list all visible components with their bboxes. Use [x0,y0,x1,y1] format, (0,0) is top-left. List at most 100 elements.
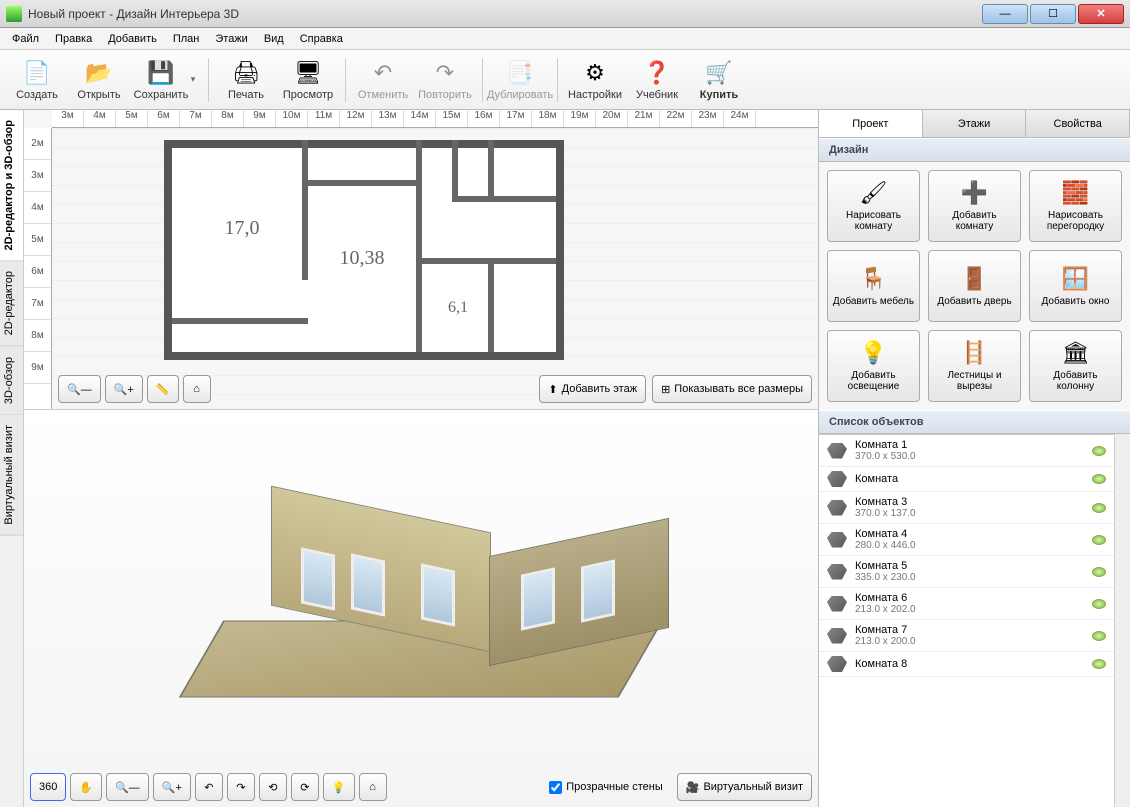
pane-2d[interactable]: 3м4м5м6м7м8м9м10м11м12м13м14м15м16м17м18… [24,110,818,410]
view-label: Просмотр [283,89,333,101]
duplicate-label: Дублировать [487,89,553,101]
right-panel: ПроектЭтажиСвойства Дизайн 🖌Нарисовать к… [818,110,1130,807]
toolbar-duplicate-button[interactable]: 📑Дублировать [489,53,551,107]
object-list[interactable]: Комната 1370.0 x 530.0КомнатаКомната 337… [819,434,1114,807]
toolbar-buy-button[interactable]: 🛒Купить [688,53,750,107]
toolbar-open-button[interactable]: 📂Открыть [68,53,130,107]
stairs-button[interactable]: 🪜Лестницы и вырезы [928,330,1021,402]
scrollbar[interactable] [1114,434,1130,807]
app-icon [6,6,22,22]
menu-Файл[interactable]: Файл [4,30,47,48]
pan-button[interactable]: ✋ [70,773,102,801]
toolbar-print-button[interactable]: 🖨Печать [215,53,277,107]
stairs-icon: 🪜 [961,340,988,366]
menu-План[interactable]: План [165,30,208,48]
visibility-toggle[interactable] [1092,567,1106,577]
object-row[interactable]: Комната 4280.0 x 446.0 [819,524,1114,556]
room-icon [827,471,847,487]
transparent-walls-checkbox[interactable]: Прозрачные стены [549,781,662,794]
undo-label: Отменить [358,89,408,101]
zoom-out-button[interactable]: 🔍― [58,375,101,403]
lighting-button[interactable]: 💡 [323,773,355,801]
rotate-ccw-button[interactable]: ↶ [195,773,223,801]
menu-Вид[interactable]: Вид [256,30,292,48]
left-tab-strip: 2D-редактор и 3D-обзор2D-редактор3D-обзо… [0,110,24,807]
home-button[interactable]: ⌂ [183,375,211,403]
right-tab-Свойства[interactable]: Свойства [1026,110,1130,137]
add-light-button[interactable]: 💡Добавить освещение [827,330,920,402]
add-room-button[interactable]: ➕Добавить комнату [928,170,1021,242]
menu-Добавить[interactable]: Добавить [100,30,165,48]
room-area-2: 10,38 [312,228,412,288]
floorplan[interactable]: 17,0 10,38 6,1 [164,140,564,360]
add-furniture-button[interactable]: 🪑Добавить мебель [827,250,920,322]
visibility-toggle[interactable] [1092,631,1106,641]
object-row[interactable]: Комната 3370.0 x 137.0 [819,492,1114,524]
rotate-cw-button[interactable]: ↷ [227,773,255,801]
virtual-visit-button[interactable]: 🎥 Виртуальный визит [677,773,812,801]
home-3d-button[interactable]: ⌂ [359,773,387,801]
left-tab-2[interactable]: 3D-обзор [0,347,23,415]
toolbar-redo-button[interactable]: ↷Повторить [414,53,476,107]
object-row[interactable]: Комната 8 [819,652,1114,677]
left-tab-3[interactable]: Виртуальный визит [0,415,23,536]
create-icon: 📄 [23,59,51,87]
object-row[interactable]: Комната 7213.0 x 200.0 [819,620,1114,652]
room-icon [827,596,847,612]
zoom-in-button[interactable]: 🔍+ [105,375,143,403]
show-dimensions-button[interactable]: ⊞ Показывать все размеры [652,375,812,403]
measure-button[interactable]: 📏 [147,375,179,403]
add-door-button[interactable]: 🚪Добавить дверь [928,250,1021,322]
add-column-button[interactable]: 🏛Добавить колонну [1029,330,1122,402]
add-furniture-icon: 🪑 [860,266,887,292]
visibility-toggle[interactable] [1092,503,1106,513]
toolbar-undo-button[interactable]: ↶ Отменить [352,53,414,107]
pane-3d[interactable]: 360 ✋ 🔍― 🔍+ ↶ ↷ ⟲ ⟳ 💡 ⌂ Прозрачные стены… [24,410,818,807]
add-window-button[interactable]: 🪟Добавить окно [1029,250,1122,322]
save-icon: 💾 [147,59,175,87]
object-row[interactable]: Комната [819,467,1114,492]
room-icon [827,656,847,672]
object-row[interactable]: Комната 5335.0 x 230.0 [819,556,1114,588]
save-dropdown[interactable]: ▾ [188,53,198,107]
room-icon [827,500,847,516]
tilt-right-button[interactable]: ⟳ [291,773,319,801]
view-360-button[interactable]: 360 [30,773,66,801]
tilt-left-button[interactable]: ⟲ [259,773,287,801]
left-tab-1[interactable]: 2D-редактор [0,261,23,346]
toolbar-save-button[interactable]: 💾Сохранить [130,53,192,107]
zoom-in-3d-button[interactable]: 🔍+ [153,773,191,801]
toolbar-view-button[interactable]: 🖥Просмотр [277,53,339,107]
right-tab-Проект[interactable]: Проект [819,110,923,137]
left-tab-0[interactable]: 2D-редактор и 3D-обзор [0,110,23,261]
window-title: Новый проект - Дизайн Интерьера 3D [28,7,982,21]
menu-Этажи[interactable]: Этажи [207,30,255,48]
draw-partition-button[interactable]: 🧱Нарисовать перегородку [1029,170,1122,242]
add-column-icon: 🏛 [1062,340,1090,366]
add-floor-button[interactable]: ⬆ Добавить этаж [539,375,646,403]
right-tab-Этажи[interactable]: Этажи [923,110,1027,137]
house-3d-view[interactable] [151,469,691,749]
toolbar-settings-button[interactable]: ⚙Настройки [564,53,626,107]
print-label: Печать [228,89,264,101]
visibility-toggle[interactable] [1092,599,1106,609]
visibility-toggle[interactable] [1092,535,1106,545]
buy-icon: 🛒 [705,59,733,87]
object-row[interactable]: Комната 1370.0 x 530.0 [819,435,1114,467]
room-area-1: 17,0 [182,188,302,268]
visibility-toggle[interactable] [1092,446,1106,456]
toolbar-help-button[interactable]: ❓Учебник [626,53,688,107]
undo-icon: ↶ [369,59,397,87]
toolbar-create-button[interactable]: 📄Создать [6,53,68,107]
visibility-toggle[interactable] [1092,474,1106,484]
menu-Справка[interactable]: Справка [292,30,351,48]
zoom-out-3d-button[interactable]: 🔍― [106,773,149,801]
draw-partition-icon: 🧱 [1062,180,1089,206]
close-button[interactable]: ✕ [1078,4,1124,24]
minimize-button[interactable]: — [982,4,1028,24]
object-row[interactable]: Комната 6213.0 x 202.0 [819,588,1114,620]
draw-room-button[interactable]: 🖌Нарисовать комнату [827,170,920,242]
visibility-toggle[interactable] [1092,659,1106,669]
menu-Правка[interactable]: Правка [47,30,100,48]
maximize-button[interactable]: ☐ [1030,4,1076,24]
